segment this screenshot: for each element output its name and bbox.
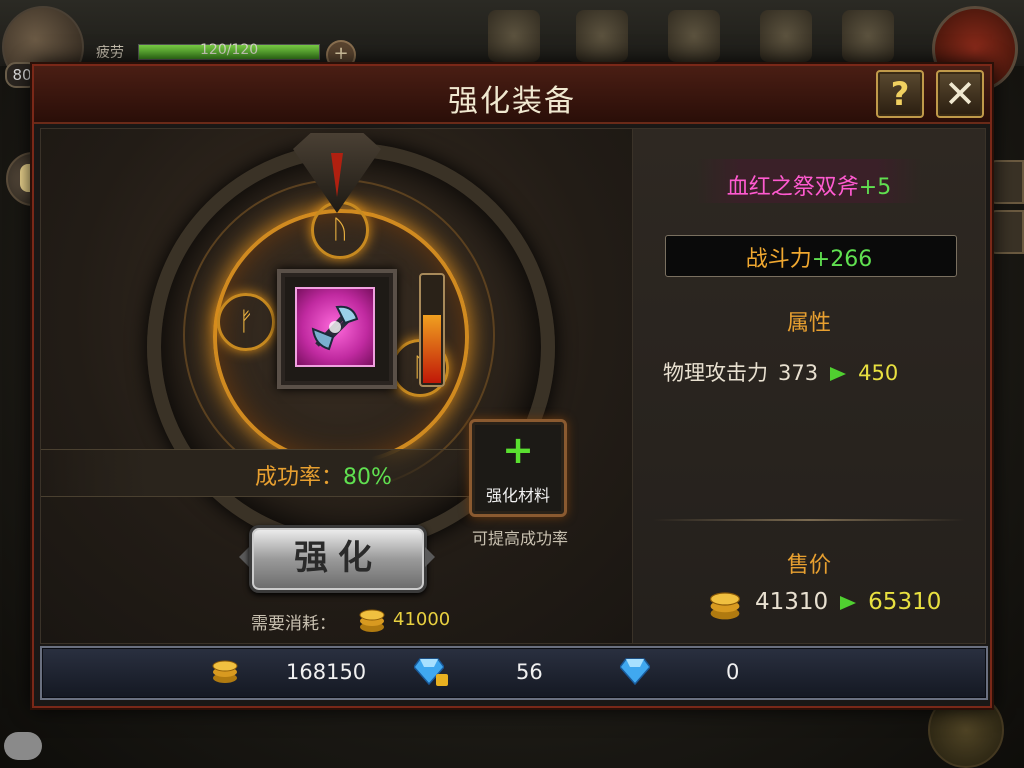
sell-price-title: 售价 <box>786 553 831 578</box>
material-hint: 可提高成功率 <box>471 529 568 548</box>
treasure-chest-icon[interactable] <box>668 10 720 62</box>
gold-coin-stack-icon <box>710 592 740 620</box>
item-enhance-level: +5 <box>858 175 892 200</box>
diamond-icon <box>620 658 650 685</box>
dialog-title: 强化装备 <box>448 84 576 119</box>
gift-icon[interactable] <box>488 10 540 62</box>
gold-coin-stack-icon <box>212 660 238 683</box>
item-name-label: 血红之祭双斧 <box>726 175 859 200</box>
add-material-icon: + <box>502 428 534 472</box>
enhance-level-gauge <box>419 273 445 387</box>
enhance-equipment-dialog: 强化装备 ? ✕ ᚠ ᚢ ᚱ <box>32 64 992 708</box>
close-button[interactable]: ✕ <box>936 70 984 118</box>
gold-coin-stack-icon <box>359 609 385 632</box>
divider <box>653 519 965 521</box>
combat-power-label: 战斗力 <box>745 247 812 272</box>
attributes-title: 属性 <box>786 311 831 336</box>
equipment-item <box>295 287 375 367</box>
dialog-title-bar: 强化装备 ? ✕ <box>34 66 990 124</box>
lock-icon <box>436 674 448 686</box>
attribute-row: 物理攻击力 373 450 <box>663 357 898 387</box>
rune-glyph-icon: ᚢ <box>311 201 369 259</box>
currency-bar: 168150 56 0 <box>40 646 988 700</box>
material-label: 强化材料 <box>485 486 550 505</box>
side-menu-button[interactable] <box>990 210 1024 254</box>
double-axe-icon <box>311 305 359 351</box>
side-arrow-button[interactable] <box>990 160 1024 204</box>
item-details-panel: 血红之祭双斧+5 战斗力+266 属性 物理攻击力 373 450 售价 41310… <box>632 128 986 644</box>
sell-price-row: 41310 65310 <box>755 589 941 615</box>
cost-value: 41000 <box>393 609 451 630</box>
success-rate-value: 80% <box>343 465 392 490</box>
help-button[interactable]: ? <box>876 70 924 118</box>
combat-power-value: +266 <box>811 247 873 272</box>
arrow-right-icon <box>830 367 847 381</box>
rune-glyph-icon: ᚠ <box>217 293 275 351</box>
gem-amount: 0 <box>726 660 740 684</box>
combat-power: 战斗力+266 <box>633 241 985 273</box>
arrow-right-icon <box>840 595 857 610</box>
cost-label: 需要消耗： <box>251 614 336 634</box>
bound-gem-amount: 56 <box>516 660 543 684</box>
attribute-name: 物理攻击力 <box>663 361 768 385</box>
sell-price-new: 65310 <box>868 589 942 615</box>
enhance-button[interactable]: 强化 <box>249 525 427 593</box>
gauge-fill <box>423 314 441 383</box>
button-left-ornament <box>239 547 249 567</box>
fatigue-value: 120/120 <box>200 42 259 58</box>
enhance-panel: ᚠ ᚢ ᚱ 成功率：80% + 强化材料 <box>40 128 634 644</box>
top-hud: 80 疲劳 120/120 + <box>0 0 1024 88</box>
button-right-ornament <box>425 547 435 567</box>
success-rate-label: 成功率： <box>255 465 344 490</box>
fatigue-label: 疲劳 <box>96 45 124 61</box>
enhance-material-slot[interactable]: + 强化材料 <box>469 419 567 517</box>
equipment-slot[interactable] <box>277 269 397 389</box>
chat-bubble-icon[interactable] <box>4 732 42 760</box>
pet-icon[interactable] <box>576 10 628 62</box>
gold-amount: 168150 <box>286 660 367 684</box>
diamond-shop-icon[interactable] <box>842 10 894 62</box>
item-name: 血红之祭双斧+5 <box>633 169 985 201</box>
attribute-new-value: 450 <box>858 361 899 385</box>
sell-price-old: 41310 <box>755 589 829 615</box>
shop-icon[interactable] <box>760 10 812 62</box>
attribute-old-value: 373 <box>778 361 819 385</box>
